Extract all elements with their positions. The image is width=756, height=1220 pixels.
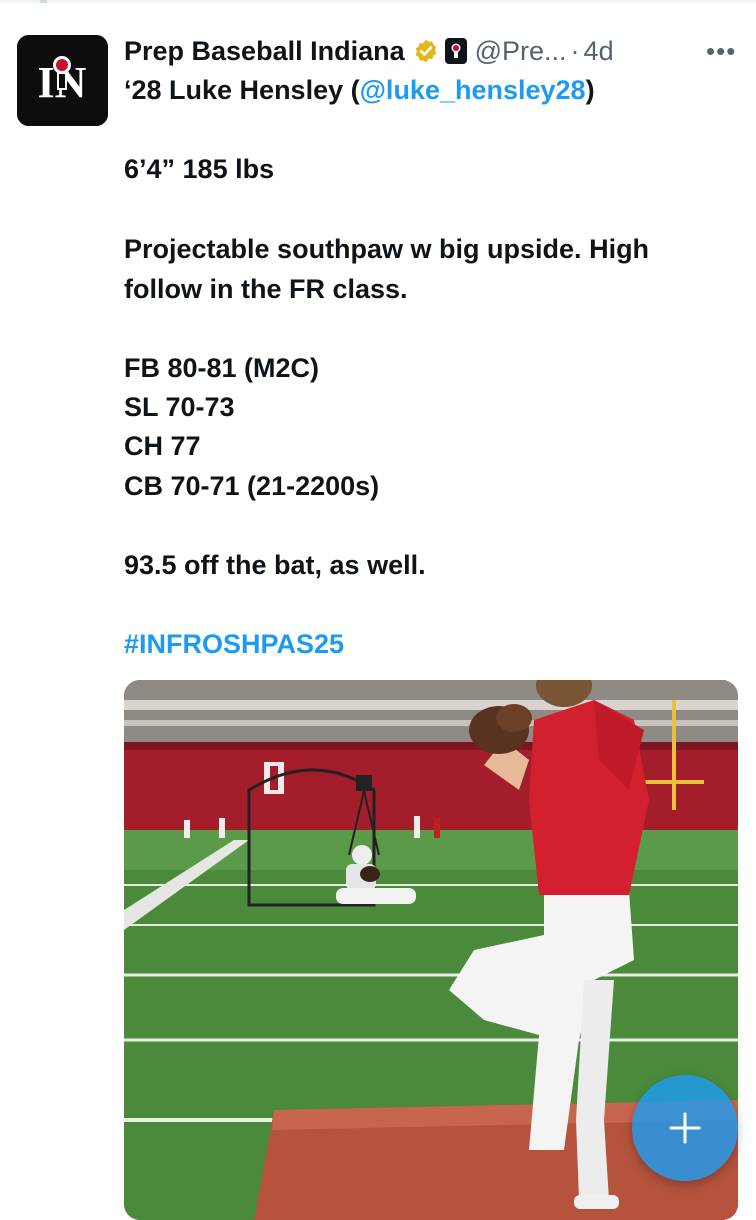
pitch-fastball: FB 80-81 (M2C) xyxy=(124,353,320,383)
avatar-logo-icon: IN xyxy=(17,35,108,126)
tweet-line-title: ‘28 Luke Hensley (@luke_hensley28) xyxy=(124,70,595,110)
mention-link[interactable]: @luke_hensley28 xyxy=(360,75,586,105)
thread-line xyxy=(40,0,47,3)
affiliate-badge-icon[interactable] xyxy=(444,38,467,64)
more-icon[interactable]: ••• xyxy=(706,36,736,67)
author-handle[interactable]: @Pre... xyxy=(475,36,567,67)
title-suffix: ) xyxy=(585,75,595,105)
pitch-curveball: CB 70-71 (21-2200s) xyxy=(124,471,380,501)
author-name[interactable]: Prep Baseball Indiana xyxy=(124,36,405,67)
player-size: 6’4” 185 lbs xyxy=(124,154,275,184)
title-prefix: ‘28 Luke Hensley ( xyxy=(124,75,360,105)
top-divider xyxy=(0,0,756,3)
pitch-slider: SL 70-73 xyxy=(124,392,235,422)
description-line-1: Projectable southpaw w big upside. High xyxy=(124,234,650,264)
verified-badge-icon xyxy=(415,39,436,63)
pitch-changeup: CH 77 xyxy=(124,431,201,461)
separator: · xyxy=(570,35,580,66)
hashtag-link[interactable]: #INFROSHPAS25 xyxy=(124,624,344,664)
plus-icon xyxy=(669,1112,701,1144)
exit-velocity: 93.5 off the bat, as well. xyxy=(124,550,426,580)
description-line-2: follow in the FR class. xyxy=(124,274,408,304)
tweet-header: Prep Baseball Indiana @Pre... · 4d xyxy=(124,31,614,71)
avatar[interactable]: IN xyxy=(17,35,108,126)
timestamp[interactable]: 4d xyxy=(584,36,614,67)
compose-button[interactable] xyxy=(632,1075,738,1181)
